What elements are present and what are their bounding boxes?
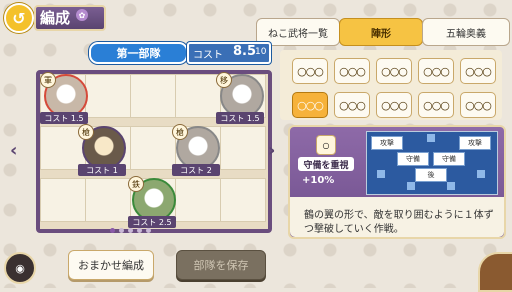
formation-button[interactable]: ○○○ — [460, 92, 496, 118]
unit-card[interactable]: 軍 コスト 1.5 — [40, 72, 90, 124]
formation-button[interactable]: ○○○ — [418, 58, 454, 84]
cat-icon: ◉ — [15, 261, 25, 275]
formation-button[interactable]: ○○○ — [292, 58, 328, 84]
unit-type-badge: 鉄 — [128, 176, 144, 192]
board-cell[interactable] — [220, 178, 266, 222]
formation-button[interactable]: ○○○ — [334, 58, 370, 84]
formation-name: 守備を重視 — [298, 157, 354, 171]
formation-board: 軍 コスト 1.5 移 コスト 1.5 槍 コスト 1 槍 コスト 2 鉄 コス… — [36, 70, 272, 233]
board-cell[interactable] — [40, 178, 86, 222]
formation-button[interactable]: ○○○ — [376, 92, 412, 118]
menu-button[interactable]: ◉ — [4, 252, 36, 284]
fan-icon[interactable] — [478, 252, 512, 292]
unit-cost: コスト 1.5 — [40, 112, 88, 124]
grid-block — [407, 182, 415, 190]
back-button[interactable]: ↺ — [4, 3, 34, 33]
back-arrow-icon: ↺ — [12, 8, 26, 28]
board-cell[interactable] — [130, 126, 176, 170]
slot-label: 攻撃 — [371, 136, 403, 150]
formation-bonus: +10% — [302, 175, 335, 186]
unit-type-badge: 槍 — [78, 124, 94, 140]
chevron-right-icon[interactable]: › — [268, 140, 275, 161]
formation-button[interactable]: ○○○ — [292, 92, 328, 118]
team-cost: コスト 8.5 10 — [187, 42, 271, 64]
board-cell[interactable] — [175, 178, 221, 222]
unit-card[interactable]: 槍 コスト 1 — [78, 124, 128, 176]
slot-label: 攻撃 — [459, 136, 491, 150]
slot-label: 守備 — [397, 152, 429, 166]
cat-paw-icon: ✿ — [76, 9, 88, 21]
grid-block — [477, 170, 485, 178]
formation-description: 鶴の翼の形で、敵を取り囲むように１体ずつ撃破していく作戦。 — [304, 210, 494, 235]
unit-cost: コスト 1.5 — [216, 112, 264, 124]
tab-formation[interactable]: 陣形 — [339, 18, 423, 46]
cost-label: コスト — [193, 50, 223, 61]
unit-card[interactable]: 鉄 コスト 2.5 — [128, 176, 178, 228]
formation-button[interactable]: ○○○ — [376, 58, 412, 84]
auto-formation-button[interactable]: おまかせ編成 — [68, 250, 154, 280]
unit-cost: コスト 1 — [78, 164, 126, 176]
formation-button[interactable]: ○○○ — [334, 92, 370, 118]
page-dot — [119, 228, 124, 233]
page-dot — [146, 228, 151, 233]
unit-card[interactable]: 槍 コスト 2 — [172, 124, 222, 176]
board-cell[interactable] — [130, 74, 176, 118]
unit-type-badge: 槍 — [172, 124, 188, 140]
unit-type-badge: 移 — [216, 72, 232, 88]
unit-card[interactable]: 移 コスト 1.5 — [216, 72, 266, 124]
team-name[interactable]: 第一部隊 — [89, 42, 188, 64]
formation-button[interactable]: ○○○ — [418, 92, 454, 118]
slot-label: 守備 — [433, 152, 465, 166]
page-title: 編成 — [40, 9, 71, 27]
formation-icon: ○ — [316, 135, 336, 155]
cost-value: 8.5 — [233, 44, 257, 59]
save-team-button[interactable]: 部隊を保存 — [176, 250, 266, 280]
page-dot — [137, 228, 142, 233]
formation-button[interactable]: ○○○ — [460, 58, 496, 84]
grid-block — [377, 170, 385, 178]
formation-diagram: 攻撃 攻撃 守備 守備 後 — [366, 131, 498, 195]
board-cell[interactable] — [85, 74, 131, 118]
formation-info-panel: ○ 守備を重視 +10% 攻撃 攻撃 守備 守備 後 鶴の翼の形で、敵を取り囲む… — [288, 125, 506, 239]
board-cell[interactable] — [85, 178, 131, 222]
page-dot — [110, 228, 115, 233]
page-indicator — [110, 228, 151, 233]
tab-gorin-ougi[interactable]: 五輪奥義 — [422, 18, 510, 46]
grid-block — [427, 134, 435, 142]
board-cell[interactable] — [220, 126, 266, 170]
slot-label: 後 — [415, 168, 447, 182]
unit-cost: コスト 2.5 — [128, 216, 176, 228]
cost-max: 10 — [255, 47, 267, 57]
unit-cost: コスト 2 — [172, 164, 220, 176]
unit-type-badge: 軍 — [40, 72, 56, 88]
board-cell[interactable] — [175, 74, 221, 118]
grid-block — [447, 182, 455, 190]
page-dot — [128, 228, 133, 233]
chevron-left-icon[interactable]: ‹ — [10, 140, 17, 161]
